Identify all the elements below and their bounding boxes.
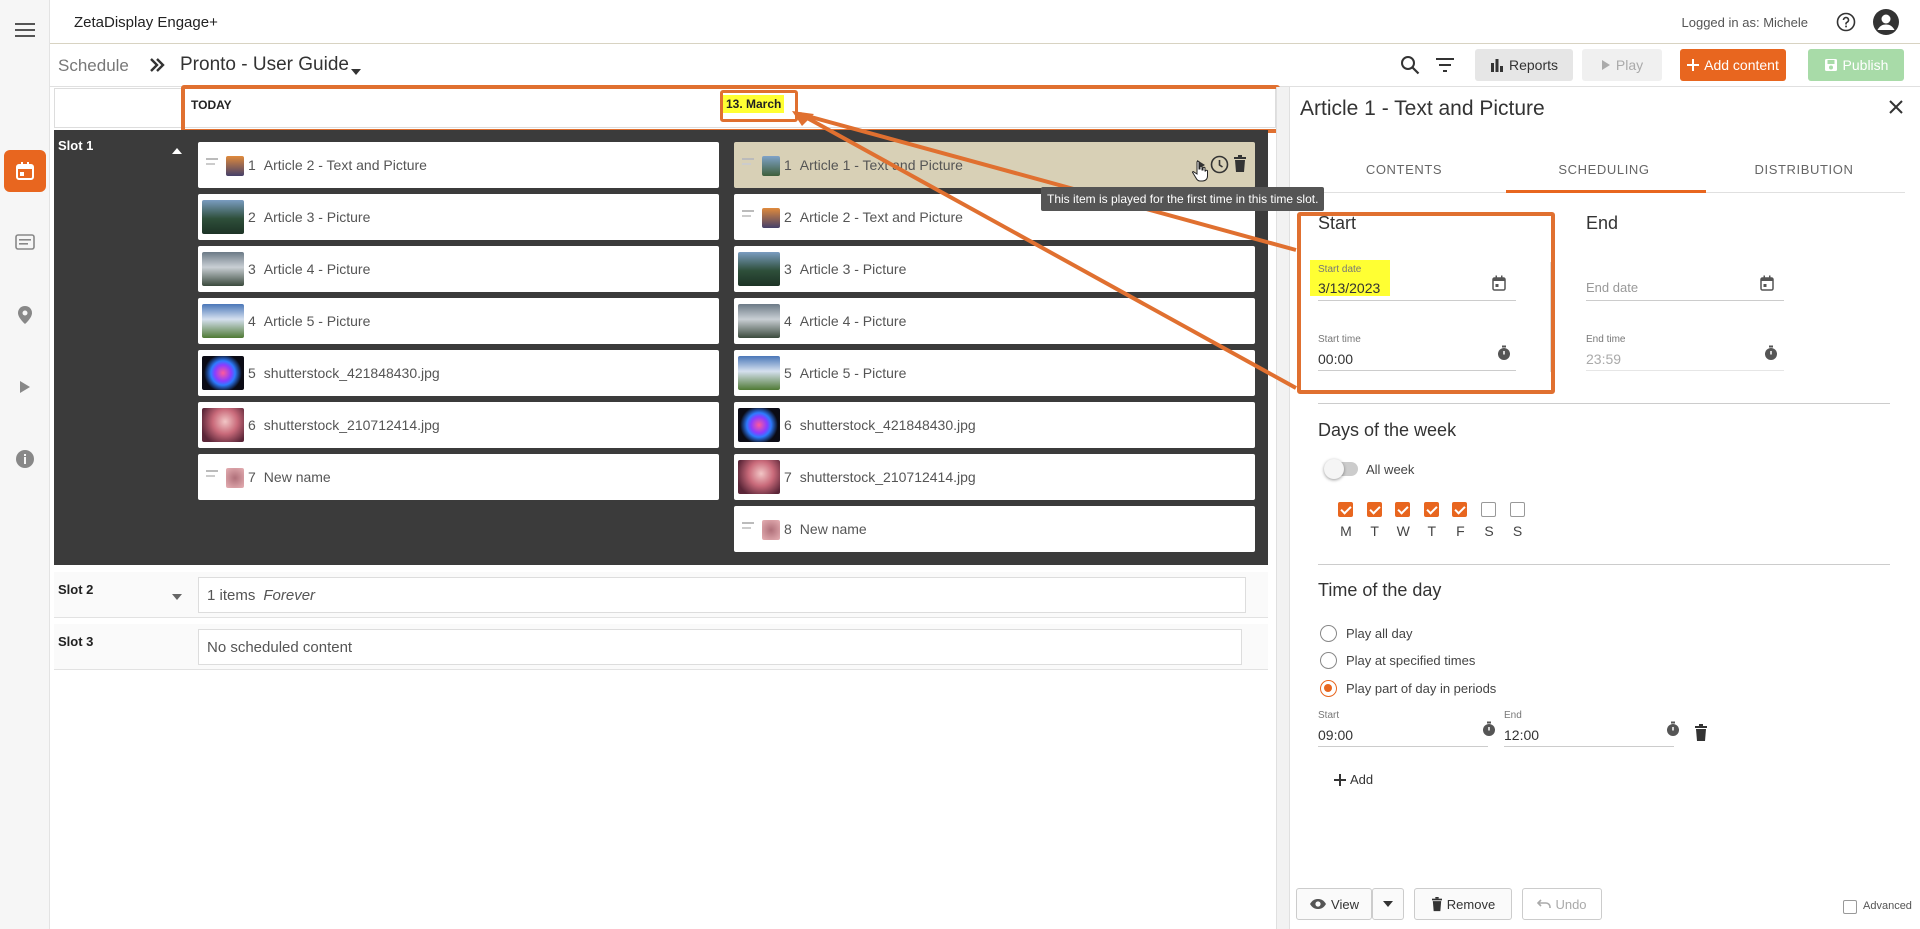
cursor-hand-icon — [1192, 160, 1208, 187]
annotation-arrows — [792, 111, 1297, 390]
tooltip: This item is played for the first time i… — [1041, 187, 1325, 211]
